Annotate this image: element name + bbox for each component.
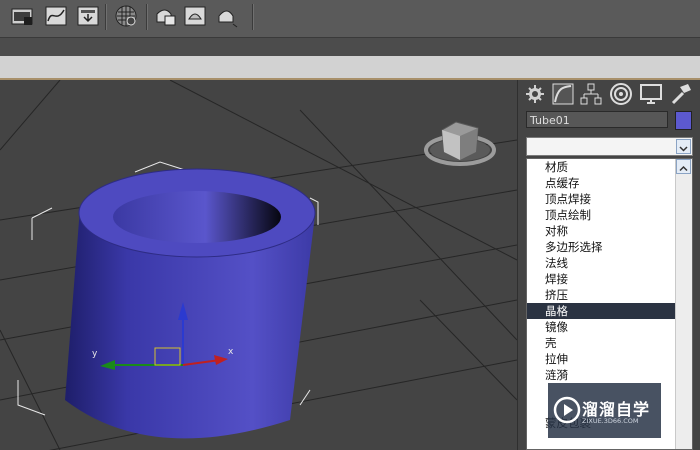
object-color-swatch[interactable] xyxy=(675,111,692,130)
rendered-frame-window-icon[interactable] xyxy=(183,4,207,28)
curve-editor-icon[interactable] xyxy=(44,4,68,28)
axis-label-x: x xyxy=(228,347,234,357)
modifier-list-item[interactable]: 顶点绘制 xyxy=(527,207,676,223)
modifier-list-item[interactable]: 挤压 xyxy=(527,287,676,303)
modifier-list-item[interactable]: 对称 xyxy=(527,223,676,239)
modifier-list-item[interactable]: 涟漪 xyxy=(527,367,676,383)
create-tab[interactable] xyxy=(522,81,548,107)
watermark-logo: 溜溜自学 ZIXUE.3D66.COM xyxy=(548,383,661,438)
schematic-view-icon[interactable] xyxy=(76,4,100,28)
main-toolbar xyxy=(0,0,700,38)
axis-label-y: y xyxy=(92,349,98,359)
play-logo-icon xyxy=(553,396,581,424)
modifier-list-item[interactable]: 拉伸 xyxy=(527,351,676,367)
modifier-list-item[interactable]: 焊接 xyxy=(527,271,676,287)
chevron-down-icon[interactable] xyxy=(676,139,691,154)
modifier-list-item[interactable]: 晶格 xyxy=(527,303,676,319)
modifier-list-item[interactable]: 壳 xyxy=(527,335,676,351)
hierarchy-tab[interactable] xyxy=(578,81,604,107)
perspective-viewport[interactable]: y x xyxy=(0,80,517,450)
layer-manager-icon[interactable] xyxy=(10,4,34,28)
modifier-list-item[interactable]: 材质 xyxy=(527,159,676,175)
motion-tab[interactable] xyxy=(608,81,634,107)
toolbar-band xyxy=(0,38,700,56)
modifier-list-item[interactable]: 多边形选择 xyxy=(527,239,676,255)
object-name-field[interactable]: Tube01 xyxy=(526,111,668,128)
modifier-list-dropdown[interactable] xyxy=(526,137,693,156)
tube-object[interactable] xyxy=(65,168,316,439)
watermark-subtitle: ZIXUE.3D66.COM xyxy=(582,417,639,425)
display-tab[interactable] xyxy=(638,81,664,107)
dropdown-scrollbar[interactable] xyxy=(675,159,692,449)
render-setup-icon[interactable] xyxy=(153,4,177,28)
modify-tab[interactable] xyxy=(550,81,576,107)
material-editor-icon[interactable] xyxy=(114,4,138,28)
modifier-list-item[interactable]: 镜像 xyxy=(527,319,676,335)
scroll-up-icon[interactable] xyxy=(676,159,691,174)
utilities-tab[interactable] xyxy=(668,81,694,107)
modifier-list-item[interactable]: 顶点焊接 xyxy=(527,191,676,207)
modifier-list-item[interactable]: 法线 xyxy=(527,255,676,271)
ribbon-bar xyxy=(0,56,700,80)
modifier-list-item[interactable]: 点缓存 xyxy=(527,175,676,191)
render-production-icon[interactable] xyxy=(215,4,239,28)
viewcube-icon[interactable] xyxy=(424,121,496,166)
